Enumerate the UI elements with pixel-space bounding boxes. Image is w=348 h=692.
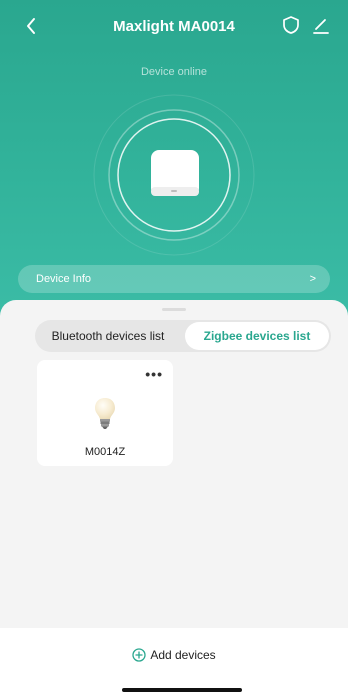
plus-circle-icon bbox=[132, 648, 146, 662]
more-dots-icon[interactable]: ••• bbox=[145, 366, 163, 382]
device-header: Maxlight MA0014 Device online Device Inf… bbox=[0, 0, 348, 320]
lightbulb-icon bbox=[95, 398, 115, 429]
footer-bar: Add devices bbox=[0, 628, 348, 692]
add-devices-button[interactable]: Add devices bbox=[0, 648, 348, 662]
hub-device-icon bbox=[151, 150, 199, 196]
device-status: Device online bbox=[140, 66, 208, 78]
chevron-right-icon: > bbox=[309, 273, 316, 285]
tab-bluetooth-devices[interactable]: Bluetooth devices list bbox=[37, 322, 179, 350]
tab-zigbee-devices[interactable]: Zigbee devices list bbox=[185, 322, 329, 350]
device-name: M0014Z bbox=[84, 446, 126, 458]
sheet-handle[interactable] bbox=[162, 308, 186, 311]
shield-icon[interactable] bbox=[282, 15, 300, 35]
add-devices-label: Add devices bbox=[150, 648, 216, 662]
device-card[interactable]: ••• M0014Z bbox=[37, 360, 173, 466]
device-info-row[interactable]: Device Info > bbox=[18, 265, 330, 293]
top-bar: Maxlight MA0014 bbox=[0, 0, 348, 52]
device-list-tabs: Bluetooth devices list Zigbee devices li… bbox=[35, 320, 331, 352]
home-indicator bbox=[122, 688, 242, 692]
device-visual bbox=[93, 94, 255, 256]
edit-pencil-icon[interactable] bbox=[312, 15, 330, 35]
device-info-label: Device Info bbox=[36, 273, 92, 285]
